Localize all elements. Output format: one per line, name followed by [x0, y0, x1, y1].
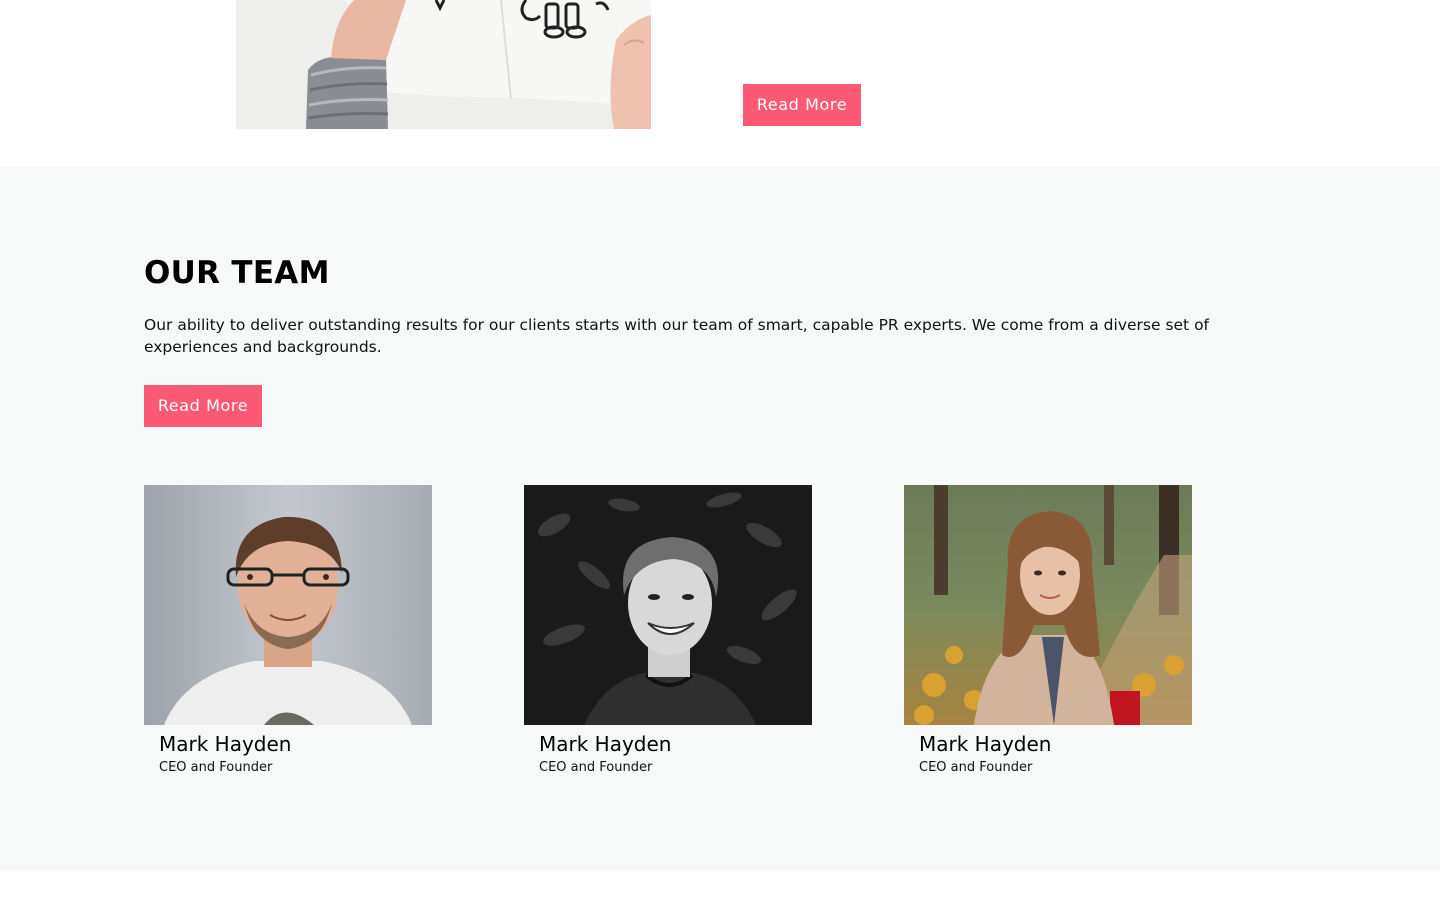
member-name: Mark Hayden — [159, 732, 292, 756]
section-title: OUR TEAM — [144, 255, 330, 291]
member-name: Mark Hayden — [539, 732, 672, 756]
previous-section: Read More — [0, 0, 1440, 167]
next-section-edge — [0, 871, 1440, 900]
page: Read More OUR TEAM Our ability to delive… — [0, 0, 1440, 900]
member-photo — [904, 485, 1192, 725]
member-photo — [144, 485, 432, 725]
hands-drawing-photo — [236, 0, 651, 129]
our-team-section: OUR TEAM Our ability to deliver outstand… — [0, 167, 1440, 871]
member-name: Mark Hayden — [919, 732, 1052, 756]
read-more-button[interactable]: Read More — [743, 84, 861, 126]
member-role: CEO and Founder — [539, 760, 653, 775]
section-description: Our ability to deliver outstanding resul… — [144, 316, 1210, 356]
team-member-card: Mark Hayden CEO and Founder — [144, 485, 432, 776]
team-member-card: Mark Hayden CEO and Founder — [524, 485, 812, 776]
member-role: CEO and Founder — [919, 760, 1033, 775]
member-photo — [524, 485, 812, 725]
member-role: CEO and Founder — [159, 760, 273, 775]
team-member-card: Mark Hayden CEO and Founder — [904, 485, 1192, 776]
team-read-more-button[interactable]: Read More — [144, 385, 262, 427]
